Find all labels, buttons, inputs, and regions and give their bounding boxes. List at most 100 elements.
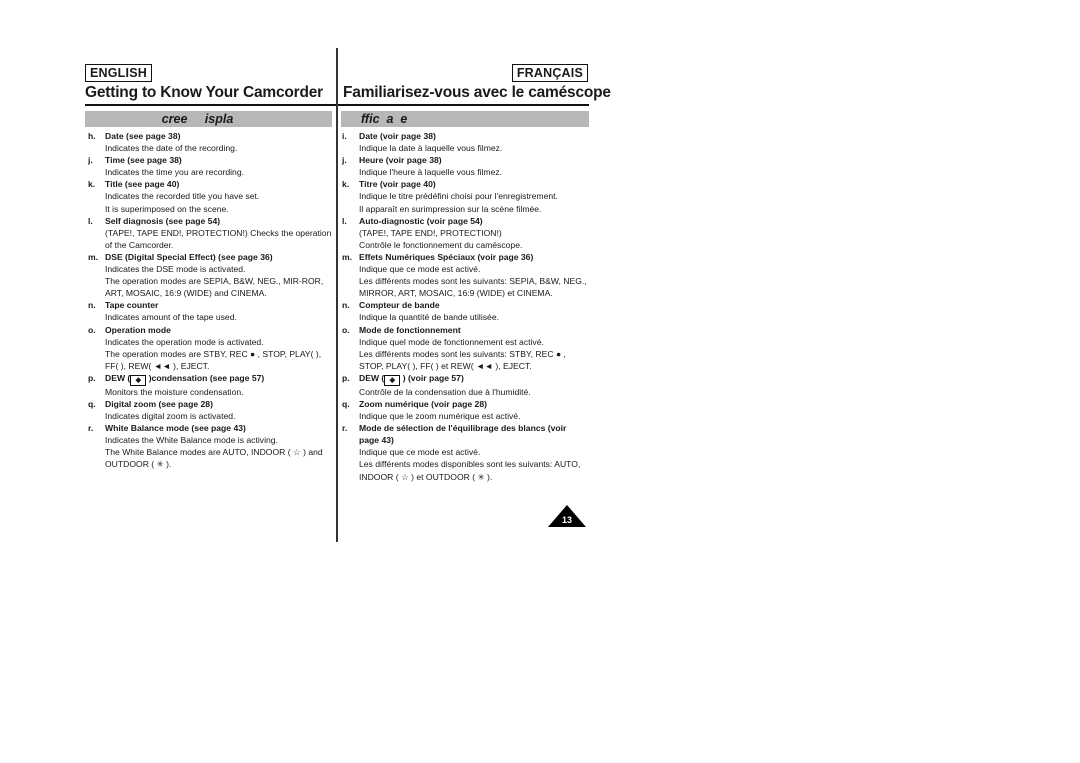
item-letter: r. xyxy=(88,423,94,434)
item-heading: Date (voir page 38) xyxy=(359,131,436,141)
item-heading: Digital zoom (see page 28) xyxy=(105,398,213,409)
list-item: o. Mode de fonctionnement Indique quel mod… xyxy=(342,324,588,372)
item-body: White Balance mode (see page 43) Indicate… xyxy=(105,422,334,470)
item-description: Indique que le zoom numérique est activé… xyxy=(359,411,521,422)
item-description: Les différents modes sont les suivants: … xyxy=(359,276,587,299)
list-item: l. Self diagnosis (see page 54) (TAPE!, TA… xyxy=(88,215,334,251)
section-heading-french: ffic a e xyxy=(361,112,408,126)
item-description: Indicates the DSE mode is activated. xyxy=(105,264,246,275)
item-heading: White Balance mode (see page 43) xyxy=(105,423,246,434)
item-letter: r. xyxy=(342,423,348,434)
section-band-english: cree ispla xyxy=(85,111,332,127)
item-description: Les différents modes disponibles sont le… xyxy=(359,459,581,482)
item-description: (TAPE!, TAPE END!, PROTECTION!) xyxy=(359,227,502,238)
item-letter: o. xyxy=(342,324,350,335)
item-letter: q. xyxy=(88,398,96,409)
item-description: (TAPE!, TAPE END!, PROTECTION!) Checks t… xyxy=(105,227,332,250)
list-item: o. Operation mode Indicates the operation … xyxy=(88,324,334,372)
item-heading: DSE (Digital Special Effect) (see page 3… xyxy=(105,251,273,262)
item-description: The operation modes are STBY, REC ● , ST… xyxy=(105,348,322,371)
item-letter: l. xyxy=(342,215,347,226)
item-letter: o. xyxy=(88,324,96,335)
list-item: h. Date (see page 38) Indicates the date o… xyxy=(88,130,334,154)
list-item: j. Time (see page 38) Indicates the time y… xyxy=(88,154,334,178)
list-item: p. DEW (◆ ) (voir page 57) Contrôle de la … xyxy=(342,372,588,398)
item-body: DSE (Digital Special Effect) (see page 3… xyxy=(105,251,334,299)
section-heading-english: cree ispla xyxy=(161,112,234,126)
item-description: Indicates digital zoom is activated. xyxy=(105,411,236,422)
list-item: r. White Balance mode (see page 43) Indica… xyxy=(88,422,334,470)
item-body: Self diagnosis (see page 54) (TAPE!, TAPE… xyxy=(105,215,334,251)
item-body: DEW (◆ ) (voir page 57) Contrôle de la co… xyxy=(359,372,588,398)
item-body: Compteur de bande Indique la quantité de … xyxy=(359,299,588,323)
list-item: k. Titre (voir page 40) Indique le titre p… xyxy=(342,178,588,214)
item-body: Operation mode Indicates the operation mo… xyxy=(105,324,334,372)
item-heading: Date (see page 38) xyxy=(105,131,181,141)
item-description: Monitors the moisture condensation. xyxy=(105,386,244,397)
heading-text: DEW ( xyxy=(359,372,385,383)
item-heading: DEW (◆ ) (voir page 57) xyxy=(359,372,588,386)
heading-text: ) (voir page 57) xyxy=(400,372,464,383)
item-heading: Mode de sélection de l'équilibrage des b… xyxy=(359,423,567,446)
item-letter: p. xyxy=(88,372,96,383)
item-body: DEW (◆ )condensation (see page 57) Monito… xyxy=(105,372,334,398)
item-letter: p. xyxy=(342,372,350,383)
item-body: Titre (voir page 40) Indique le titre pré… xyxy=(359,178,588,214)
list-item: q. Digital zoom (see page 28) Indicates di… xyxy=(88,398,334,422)
item-body: Digital zoom (see page 28) Indicates digi… xyxy=(105,398,334,422)
item-heading: Mode de fonctionnement xyxy=(359,324,461,335)
item-description: Indicates the recorded title you have se… xyxy=(105,191,260,202)
item-heading: Tape counter xyxy=(105,300,159,311)
item-description: Indique quel mode de fonctionnement est … xyxy=(359,336,544,347)
page-title-english: Getting to Know Your Camcorder xyxy=(85,84,323,101)
item-description: Indique que ce mode est activé. xyxy=(359,447,481,458)
item-description: The White Balance modes are AUTO, INDOOR… xyxy=(105,447,323,470)
item-letter: q. xyxy=(342,398,350,409)
section-band-french: ffic a e xyxy=(341,111,589,127)
item-body: Mode de sélection de l'équilibrage des b… xyxy=(359,422,588,482)
list-item: j. Heure (voir page 38) Indique l'heure à … xyxy=(342,154,588,178)
item-description: Indique l'heure à laquelle vous filmez. xyxy=(359,167,503,178)
item-body: Time (see page 38) Indicates the time you… xyxy=(105,154,334,178)
page-number-badge: 13 xyxy=(548,505,586,527)
list-item: l. Auto-diagnostic (voir page 54) (TAPE!, … xyxy=(342,215,588,251)
item-heading: DEW (◆ )condensation (see page 57) xyxy=(105,372,334,386)
item-letter: n. xyxy=(88,300,96,311)
item-letter: i. xyxy=(342,131,347,141)
item-body: Title (see page 40) Indicates the recorde… xyxy=(105,178,334,214)
list-item: k. Title (see page 40) Indicates the recor… xyxy=(88,178,334,214)
item-heading: Zoom numérique (voir page 28) xyxy=(359,398,487,409)
item-body: Tape counter Indicates amount of the tape… xyxy=(105,299,334,323)
item-letter: m. xyxy=(342,251,353,262)
item-description: Indicates the date of the recording. xyxy=(105,143,238,154)
item-letter: k. xyxy=(88,179,96,190)
item-body: Effets Numériques Spéciaux (voir page 36… xyxy=(359,251,588,299)
list-item: m. Effets Numériques Spéciaux (voir page … xyxy=(342,251,588,299)
list-item: m. DSE (Digital Special Effect) (see page… xyxy=(88,251,334,299)
item-description: Indique que ce mode est activé. xyxy=(359,264,481,275)
item-description: Les différents modes sont les suivants: … xyxy=(359,348,566,371)
item-description: Indicates amount of the tape used. xyxy=(105,312,237,323)
item-description: It is superimposed on the scene. xyxy=(105,203,229,214)
item-description: Indique le titre prédéfini choisi pour l… xyxy=(359,191,558,202)
item-body: Date (voir page 38) Indique la date à laq… xyxy=(359,130,588,154)
list-item: n. Tape counter Indicates amount of the ta… xyxy=(88,299,334,323)
list-item: n. Compteur de bande Indique la quantité d… xyxy=(342,299,588,323)
item-heading: Titre (voir page 40) xyxy=(359,179,436,190)
heading-text: )condensation (see page 57) xyxy=(146,372,265,383)
item-description: Il apparaît en surimpression sur la scèn… xyxy=(359,203,542,214)
list-item: r. Mode de sélection de l'équilibrage des… xyxy=(342,422,588,482)
item-description: Contrôle de la condensation due à l'humi… xyxy=(359,386,531,397)
item-letter: h. xyxy=(88,131,96,141)
item-letter: n. xyxy=(342,300,350,311)
item-heading: Auto-diagnostic (voir page 54) xyxy=(359,215,483,226)
item-description: Indique la quantité de bande utilisée. xyxy=(359,312,499,323)
item-heading: Time (see page 38) xyxy=(105,155,182,166)
item-description: Indicates the White Balance mode is acti… xyxy=(105,435,278,446)
english-column: h. Date (see page 38) Indicates the date o… xyxy=(88,130,334,471)
item-heading: Operation mode xyxy=(105,324,171,335)
item-letter: m. xyxy=(88,251,99,262)
item-letter: l. xyxy=(88,215,93,226)
item-heading: Heure (voir page 38) xyxy=(359,155,442,166)
item-description: Indicates the time you are recording. xyxy=(105,167,245,178)
